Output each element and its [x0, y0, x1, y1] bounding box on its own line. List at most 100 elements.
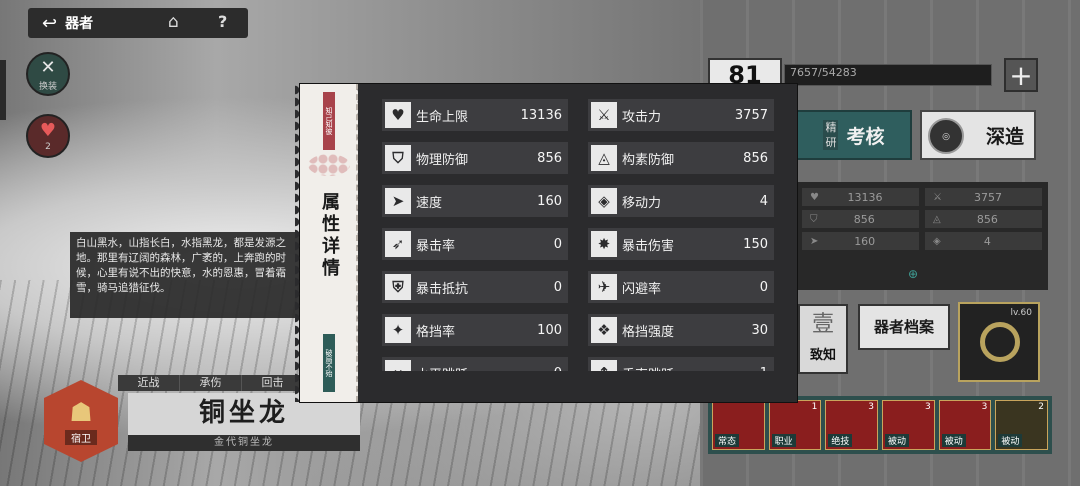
stat-value: 150 — [743, 236, 768, 252]
home-icon[interactable]: ⌂ — [168, 12, 179, 32]
flower-pattern — [308, 154, 350, 176]
swap-outfit-button[interactable]: ✕ 换装 — [26, 52, 70, 96]
stat-value: 4 — [759, 193, 768, 209]
stat-label: 移动力 — [622, 195, 662, 211]
skill-bar: 常态 1 职业 3 绝技 3 被动 3 被动 2 被动 — [708, 396, 1052, 454]
dodge-runner-icon: ✈ — [591, 274, 617, 300]
modal-title: 属性详情 — [319, 192, 340, 280]
skill-slot[interactable]: 1 职业 — [768, 400, 822, 450]
crit-arrow-icon: ➶ — [385, 231, 411, 257]
stat-label: 格挡强度 — [622, 324, 675, 340]
skill-slot[interactable]: 常态 — [712, 400, 765, 450]
stat-row: ↔ 水平跳跃0 — [382, 357, 568, 371]
mini-stats-panel[interactable]: ♥ 13136 ⚔ 3757 ⛉ 856 ◬ 856 ➤ 160 ◈ 4 — [796, 182, 1048, 290]
zoom-icon[interactable]: ⊕ — [908, 267, 918, 281]
stat-row: ♥ 生命上限 13136 — [382, 99, 568, 131]
skill-slot[interactable]: 2 被动 — [995, 400, 1049, 450]
skill-label: 被动 — [941, 434, 966, 447]
stat-value: 30 — [751, 322, 768, 338]
assessment-button[interactable]: 精 研 考核 — [796, 110, 912, 160]
skill-slot[interactable]: 3 绝技 — [825, 400, 879, 450]
stat-label: 生命上限 — [416, 109, 469, 125]
heart-icon: ♥ — [810, 191, 819, 203]
mini-stats-row: ⛉ 856 ◬ 856 — [802, 210, 1042, 228]
advance-button[interactable]: ◎ 深造 — [920, 110, 1036, 160]
knowledge-button[interactable]: 壹 致知 — [798, 304, 848, 374]
ring-icon — [980, 322, 1020, 362]
mini-label: 研 — [823, 135, 839, 150]
back-arrow-icon[interactable]: ↩ — [42, 13, 57, 34]
mini-stat-atk: ⚔ 3757 — [925, 188, 1042, 206]
block-figure-icon: ✦ — [385, 317, 411, 343]
mini-stat-pdef: ⛉ 856 — [802, 210, 919, 228]
skill-label: 常态 — [715, 434, 740, 447]
role-tabs: 近战 承伤 回击 — [118, 375, 304, 391]
role-tab: 承伤 — [180, 375, 242, 391]
stat-row: ➤ 速度 160 — [382, 185, 568, 217]
move-diamond-icon: ◈ — [933, 235, 941, 247]
stat-row: ✈ 闪避率 0 — [588, 271, 774, 303]
stat-row: ⚔ 攻击力 3757 — [588, 99, 774, 131]
stat-value: 0 — [553, 279, 562, 295]
stat-label: 水平跳跃 — [416, 364, 554, 372]
stat-value: 13136 — [520, 107, 562, 123]
stat-value: 0 — [759, 279, 768, 295]
eye-triangle-icon: ◬ — [591, 145, 617, 171]
mini-label: 精 — [823, 120, 839, 135]
mini-stat-hp: ♥ 13136 — [802, 188, 919, 206]
shatter-icon: ✸ — [591, 231, 617, 257]
skill-label: 被动 — [885, 434, 910, 447]
equip-level: lv.60 — [1010, 308, 1032, 318]
edge-tab[interactable] — [0, 60, 6, 120]
stat-label: 暴击伤害 — [622, 238, 675, 254]
heart-icon: ♥ — [385, 102, 411, 128]
favor-button[interactable]: ♥ 2 — [26, 114, 70, 158]
stat-row: ✸ 暴击伤害 150 — [588, 228, 774, 260]
shield-icon: ⛉ — [385, 145, 411, 171]
stat-value: 100 — [537, 322, 562, 338]
skill-label: 被动 — [998, 434, 1023, 447]
stat-value: 0 — [553, 236, 562, 252]
stat-list[interactable]: ♥ 生命上限 13136 ⚔ 攻击力 3757 ⛉ 物理防御 856 ◬ 构素防御 856 ➤ 速度 160… — [382, 99, 774, 371]
equipment-slot[interactable]: lv.60 — [958, 302, 1040, 382]
stat-row: ❖ 格挡强度 30 — [588, 314, 774, 346]
skill-slot[interactable]: 3 被动 — [882, 400, 935, 450]
class-label: 宿卫 — [65, 429, 97, 445]
skill-label: 绝技 — [828, 434, 853, 447]
assessment-label: 考核 — [846, 125, 885, 148]
stat-row: ➶ 暴击率 0 — [382, 228, 568, 260]
stat-label: 暴击率 — [416, 238, 456, 254]
crossed-swords-icon: ⚔ — [591, 102, 617, 128]
attribute-details-modal[interactable]: 知己知彼 属性详情 破局不殆 ♥ 生命上限 13136 ⚔ 攻击力 3757 ⛉ 物理防御 85… — [295, 84, 797, 402]
stat-label: 构素防御 — [622, 152, 675, 168]
top-bar: ↩ 器者 ⌂ ? — [28, 8, 248, 38]
stat-row: ◬ 构素防御 856 — [588, 142, 774, 174]
add-exp-button[interactable]: + — [1004, 58, 1038, 92]
skill-slot[interactable]: 3 被动 — [938, 400, 992, 450]
stat-value: 856 — [743, 150, 768, 166]
crossed-swords-icon: ⚔ — [933, 191, 942, 203]
shield-icon: ⛉ — [810, 213, 818, 225]
archive-button[interactable]: 器者档案 — [858, 304, 950, 350]
ticket-tag-top: 知己知彼 — [323, 92, 335, 150]
knowledge-number: 壹 — [811, 312, 834, 337]
mini-stat-mdef: ◬ 856 — [925, 210, 1042, 228]
move-diamond-icon: ◈ — [591, 188, 617, 214]
horizontal-jump-icon: ↔ — [385, 360, 411, 371]
character-description: 白山黑水，山指长白，水指黑龙，都是发源之地。那里有辽阔的森林，广袤的，上奔跑的时… — [70, 232, 306, 318]
stat-row: ✦ 格挡率 100 — [382, 314, 568, 346]
character-subtitle: 金代铜坐龙 — [128, 435, 360, 451]
seal-icon: ◎ — [928, 118, 964, 154]
page-title: 器者 — [65, 16, 94, 32]
stat-row: ↕ 垂直跳跃1 — [588, 357, 774, 371]
stat-label: 速度 — [416, 195, 443, 211]
ticket-tag-bottom: 破局不殆 — [323, 334, 335, 392]
train-mini: 精 研 — [823, 120, 839, 150]
stat-label: 攻击力 — [622, 109, 662, 125]
mini-stats-row: ♥ 13136 ⚔ 3757 — [802, 188, 1042, 206]
stat-row: ⛉ 物理防御 856 — [382, 142, 568, 174]
stat-value: 856 — [537, 150, 562, 166]
role-tab: 近战 — [118, 375, 180, 391]
stat-label: 格挡率 — [416, 324, 456, 340]
help-icon[interactable]: ? — [218, 12, 227, 31]
